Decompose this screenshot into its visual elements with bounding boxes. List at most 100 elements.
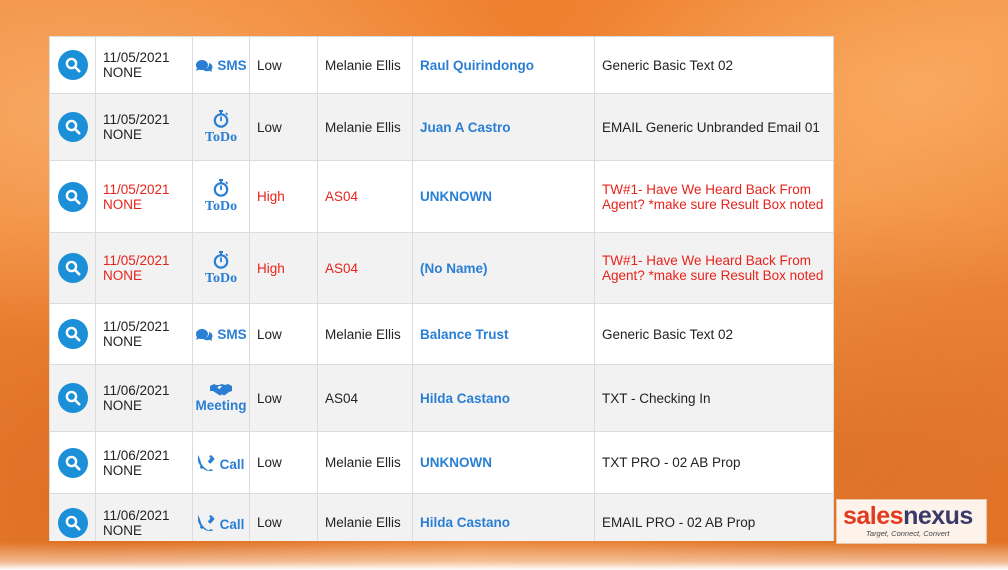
search-icon bbox=[65, 515, 80, 530]
table-row: 11/05/2021 NONE ToDo High AS04 (No Name) TW#1-… bbox=[49, 232, 834, 304]
logo-word-sales: sales bbox=[843, 502, 904, 530]
activity-type-button[interactable]: Call bbox=[197, 454, 245, 472]
salesnexus-logo: salesnexus Target, Connect, Convert bbox=[836, 499, 987, 544]
logo-word-nexus: nexus bbox=[903, 502, 973, 530]
type-cell: Call bbox=[192, 493, 250, 541]
activity-time: NONE bbox=[103, 522, 143, 538]
activity-date: 11/06/2021 bbox=[103, 383, 170, 398]
table-row: 11/06/2021 NONE Meeting Low AS04 Hilda Castan… bbox=[49, 364, 834, 432]
activity-type-label: Call bbox=[219, 516, 245, 532]
type-cell: SMS bbox=[192, 303, 250, 365]
contact-cell: Raul Quirindongo bbox=[412, 36, 595, 94]
subject-cell: EMAIL PRO - 02 AB Prop bbox=[594, 493, 834, 541]
stopwatch-icon bbox=[205, 109, 237, 128]
activity-table: 11/05/2021 NONE SMS Low Melanie Ellis Raul Qu… bbox=[49, 36, 834, 541]
owner-cell: Melanie Ellis bbox=[317, 493, 413, 541]
contact-cell: UNKNOWN bbox=[412, 160, 595, 233]
logo-wordmark: salesnexus bbox=[843, 502, 973, 531]
date-cell: 11/05/2021 NONE bbox=[95, 36, 193, 94]
bottom-strip bbox=[0, 542, 1008, 570]
activity-date: 11/05/2021 bbox=[103, 181, 170, 197]
owner-cell: Melanie Ellis bbox=[317, 93, 413, 161]
activity-type-label: SMS bbox=[217, 57, 247, 73]
contact-link[interactable]: Juan A Castro bbox=[420, 120, 511, 135]
stopwatch-icon bbox=[205, 250, 237, 269]
activity-date: 11/05/2021 bbox=[103, 50, 170, 65]
stopwatch-icon bbox=[205, 179, 237, 197]
activity-type-label: ToDo bbox=[204, 129, 238, 145]
logo-tagline: Target, Connect, Convert bbox=[866, 529, 950, 538]
handshake-icon bbox=[195, 383, 246, 397]
activity-time: NONE bbox=[103, 462, 143, 478]
view-record-button[interactable] bbox=[57, 50, 88, 80]
chat-bubbles-icon bbox=[195, 327, 217, 342]
view-record-button[interactable] bbox=[57, 112, 88, 142]
activity-type-button[interactable]: Meeting bbox=[195, 383, 247, 413]
contact-link[interactable]: Hilda Castano bbox=[420, 515, 510, 530]
contact-cell: (No Name) bbox=[412, 232, 595, 304]
search-icon bbox=[65, 326, 80, 342]
type-cell: ToDo bbox=[192, 93, 250, 161]
table-row: 11/05/2021 NONE SMS Low Melanie Ellis Balance… bbox=[49, 303, 834, 365]
view-record-button[interactable] bbox=[57, 447, 88, 478]
activity-type-button[interactable]: ToDo bbox=[205, 179, 237, 214]
view-record-button[interactable] bbox=[57, 383, 88, 413]
activity-date: 11/05/2021 bbox=[103, 253, 170, 268]
priority-cell: High bbox=[249, 232, 318, 304]
contact-link[interactable]: Hilda Castano bbox=[420, 391, 510, 406]
contact-link[interactable]: Raul Quirindongo bbox=[420, 58, 534, 73]
contact-cell: Hilda Castano bbox=[412, 364, 595, 432]
owner-cell: AS04 bbox=[317, 364, 413, 432]
subject-cell: Generic Basic Text 02 bbox=[594, 303, 834, 365]
table-row: 11/05/2021 NONE SMS Low Melanie Ellis Raul Qu… bbox=[49, 36, 834, 94]
view-cell bbox=[49, 160, 96, 233]
owner-cell: AS04 bbox=[317, 160, 413, 233]
search-icon bbox=[65, 57, 80, 73]
subject-cell: TW#1- Have We Heard Back From Agent? *ma… bbox=[594, 232, 834, 304]
subject-cell: TXT PRO - 02 AB Prop bbox=[594, 431, 834, 494]
activity-type-button[interactable]: ToDo bbox=[204, 109, 238, 145]
activity-time: NONE bbox=[103, 127, 143, 142]
activity-time: NONE bbox=[103, 268, 143, 283]
view-cell bbox=[49, 232, 96, 304]
chat-bubbles-icon bbox=[195, 58, 217, 73]
view-record-button[interactable] bbox=[57, 253, 88, 283]
contact-link[interactable]: UNKNOWN bbox=[420, 455, 492, 470]
search-icon bbox=[65, 260, 80, 276]
activity-type-button[interactable]: SMS bbox=[195, 57, 247, 73]
priority-cell: Low bbox=[249, 36, 318, 94]
activity-type-label: SMS bbox=[217, 326, 247, 342]
owner-cell: Melanie Ellis bbox=[317, 431, 413, 494]
type-cell: SMS bbox=[192, 36, 250, 94]
activity-time: NONE bbox=[103, 334, 143, 349]
activity-type-label: Call bbox=[219, 456, 245, 472]
contact-cell: Juan A Castro bbox=[412, 93, 595, 161]
search-icon bbox=[65, 455, 80, 470]
subject-cell: TW#1- Have We Heard Back From Agent? *ma… bbox=[594, 160, 834, 233]
activity-time: NONE bbox=[103, 65, 143, 80]
type-cell: ToDo bbox=[192, 160, 250, 233]
contact-cell: Hilda Castano bbox=[412, 493, 595, 541]
view-record-button[interactable] bbox=[57, 507, 88, 538]
search-icon bbox=[65, 189, 80, 204]
type-cell: Call bbox=[192, 431, 250, 494]
view-record-button[interactable] bbox=[57, 181, 88, 212]
owner-cell: AS04 bbox=[317, 232, 413, 304]
date-cell: 11/05/2021 NONE bbox=[95, 160, 193, 233]
contact-link[interactable]: UNKNOWN bbox=[420, 189, 492, 204]
view-cell bbox=[49, 493, 96, 541]
owner-cell: Melanie Ellis bbox=[317, 36, 413, 94]
subject-cell: Generic Basic Text 02 bbox=[594, 36, 834, 94]
contact-cell: Balance Trust bbox=[412, 303, 595, 365]
activity-date: 11/06/2021 bbox=[103, 447, 170, 463]
activity-table-panel: 11/05/2021 NONE SMS Low Melanie Ellis Raul Qu… bbox=[49, 36, 834, 541]
contact-link[interactable]: (No Name) bbox=[420, 261, 488, 276]
activity-type-button[interactable]: Call bbox=[197, 514, 245, 532]
contact-link[interactable]: Balance Trust bbox=[420, 327, 509, 342]
activity-type-button[interactable]: ToDo bbox=[205, 250, 237, 286]
activity-date: 11/06/2021 bbox=[103, 507, 170, 523]
activity-type-button[interactable]: SMS bbox=[195, 326, 247, 342]
priority-cell: Low bbox=[249, 93, 318, 161]
view-record-button[interactable] bbox=[57, 319, 88, 349]
priority-cell: Low bbox=[249, 493, 318, 541]
